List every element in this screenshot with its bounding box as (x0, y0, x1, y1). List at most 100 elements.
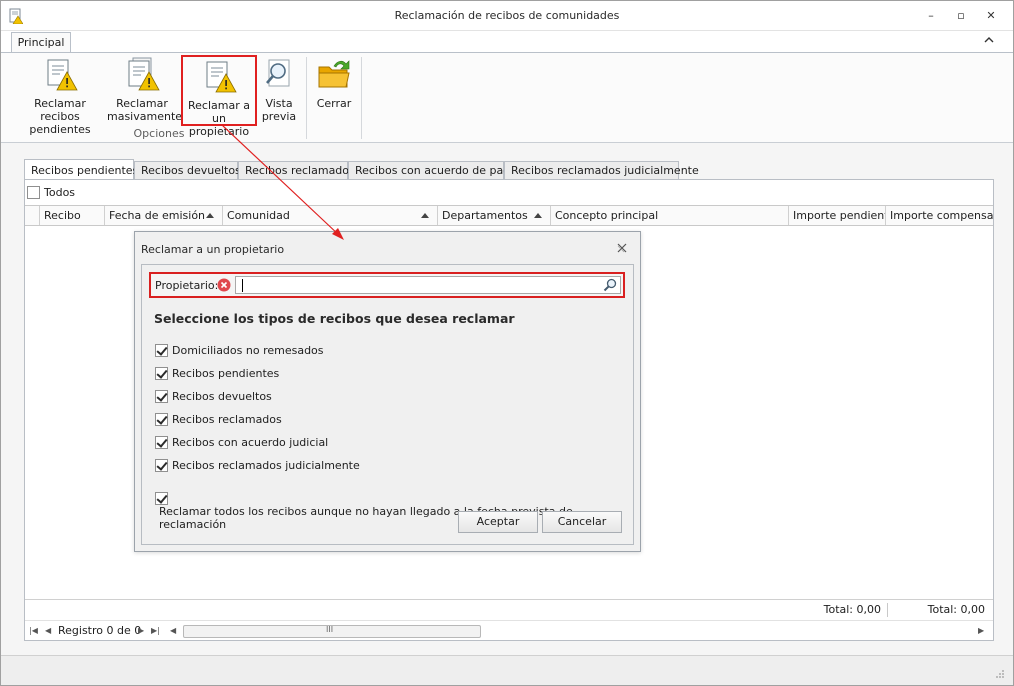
option-checkbox[interactable] (155, 366, 168, 380)
close-icon[interactable] (616, 242, 628, 254)
error-icon (217, 278, 231, 292)
option-checkbox[interactable] (155, 435, 168, 449)
ribbon-group-separator-2 (361, 57, 362, 139)
option-reclamar-todos[interactable]: Reclamar todos los recibos aunque no hay… (155, 491, 633, 531)
propietario-input[interactable] (235, 276, 621, 294)
reclamar-propietario-button[interactable]: Reclamar a un propietario (181, 55, 257, 138)
sort-asc-icon (206, 213, 214, 218)
option-label: Recibos devueltos (172, 389, 272, 403)
option-reclamados-judicialmente[interactable]: Recibos reclamados judicialmente (155, 458, 360, 473)
title-bar: Reclamación de recibos de comunidades – … (1, 1, 1013, 31)
option-checkbox[interactable] (155, 458, 168, 472)
minimize-button[interactable]: – (919, 7, 943, 25)
option-checkbox[interactable] (155, 491, 168, 505)
sort-asc-icon (421, 213, 429, 218)
documents-warning-icon (128, 57, 160, 91)
vista-previa-label-1: Vista (265, 97, 293, 110)
select-all-checkbox[interactable] (27, 185, 40, 199)
scroll-grip: III (326, 625, 334, 634)
reclamar-masivamente-label-1: Reclamar (116, 97, 168, 110)
column-departamentos-label: Departamentos (442, 209, 528, 222)
sort-asc-icon (534, 213, 542, 218)
totals-divider (887, 603, 888, 617)
column-comunidad-label: Comunidad (227, 209, 290, 222)
reclamar-masivamente-button[interactable]: Reclamar masivamente (107, 57, 183, 129)
propietario-label: Propietario: (155, 279, 219, 292)
next-record-icon[interactable]: ▶ (138, 627, 144, 635)
previous-record-icon[interactable]: ◀ (45, 627, 51, 635)
restore-button[interactable]: ▫ (949, 7, 973, 25)
reclamar-masivamente-label-2: masivamente (107, 110, 183, 123)
resize-grip-icon[interactable] (995, 669, 1005, 679)
record-count: Registro 0 de 0 (58, 624, 142, 637)
grid-totals: Total: 0,00 Total: 0,00 (25, 599, 993, 619)
horizontal-scrollbar-thumb[interactable]: III (183, 625, 481, 638)
option-acuerdo-judicial[interactable]: Recibos con acuerdo judicial (155, 435, 328, 450)
dialog-title: Reclamar a un propietario (141, 243, 285, 256)
scroll-left-icon[interactable]: ◀ (170, 627, 176, 635)
option-domiciliados[interactable]: Domiciliados no remesados (155, 343, 324, 358)
dialog-content: Propietario: Seleccione los tipos de rec… (141, 264, 634, 545)
window-title: Reclamación de recibos de comunidades (394, 9, 620, 22)
total-compensado: Total: 0,00 (927, 603, 985, 616)
ribbon-tab-strip: Principal (1, 31, 1013, 54)
last-record-icon[interactable]: ▶| (151, 627, 160, 635)
document-warning-icon (47, 59, 78, 91)
column-comunidad[interactable]: Comunidad (223, 206, 438, 225)
grid-header: Recibo Fecha de emisión Comunidad Depart… (25, 205, 993, 226)
column-fecha-emision-label: Fecha de emisión (109, 209, 206, 222)
propietario-field-row: Propietario: (149, 272, 625, 298)
option-label: Domiciliados no remesados (172, 343, 324, 357)
scroll-right-icon[interactable]: ▶ (978, 627, 984, 635)
ribbon: Reclamar recibos pendientes Reclamar mas… (1, 52, 1013, 143)
reclamar-pendientes-label-1: Reclamar recibos (34, 97, 86, 123)
vista-previa-label-2: previa (261, 110, 297, 123)
option-recibos-reclamados[interactable]: Recibos reclamados (155, 412, 282, 427)
folder-exit-icon (318, 60, 350, 88)
status-bar (1, 655, 1013, 685)
text-caret (242, 279, 243, 292)
magnifier-document-icon (266, 59, 290, 87)
tab-recibos-judicialmente[interactable]: Recibos reclamados judicialmente (504, 161, 699, 181)
chevron-up-icon[interactable] (983, 34, 995, 46)
search-icon[interactable] (603, 278, 617, 292)
reclamar-pendientes-button[interactable]: Reclamar recibos pendientes (13, 57, 107, 136)
total-pendiente: Total: 0,00 (823, 603, 881, 616)
column-concepto-principal[interactable]: Concepto principal (551, 206, 789, 225)
reclamar-propietario-dialog: Reclamar a un propietario Propietario: S… (134, 231, 641, 552)
option-recibos-pendientes[interactable]: Recibos pendientes (155, 366, 279, 381)
option-label: Recibos pendientes (172, 366, 280, 380)
column-recibo[interactable]: Recibo (40, 206, 105, 225)
select-all[interactable]: Todos (27, 185, 75, 199)
tab-recibos-devueltos[interactable]: Recibos devueltos (134, 161, 241, 181)
option-checkbox[interactable] (155, 412, 168, 426)
column-importe-compensado[interactable]: Importe compensado (886, 206, 993, 225)
tab-recibos-acuerdo-pago[interactable]: Recibos con acuerdo de pago (348, 161, 517, 181)
dialog-heading: Seleccione los tipos de recibos que dese… (154, 311, 515, 326)
document-warning-icon (206, 61, 237, 93)
vista-previa-button[interactable]: Vista previa (257, 57, 301, 129)
option-recibos-devueltos[interactable]: Recibos devueltos (155, 389, 272, 404)
option-checkbox[interactable] (155, 343, 168, 357)
cancelar-button[interactable]: Cancelar (542, 511, 622, 533)
option-label: Recibos con acuerdo judicial (172, 435, 329, 449)
ribbon-group-separator (306, 57, 307, 139)
cerrar-label: Cerrar (316, 97, 352, 110)
reclamar-propietario-label-1: Reclamar a un (188, 99, 250, 125)
option-checkbox[interactable] (155, 389, 168, 403)
cerrar-button[interactable]: Cerrar (309, 57, 359, 129)
column-departamentos[interactable]: Departamentos (438, 206, 551, 225)
tab-recibos-reclamados[interactable]: Recibos reclamados (238, 161, 355, 181)
record-navigator: |◀ ◀ Registro 0 de 0 ▶ ▶| ◀ III ▶ (25, 620, 993, 640)
column-importe-pendiente[interactable]: Importe pendiente (789, 206, 886, 225)
ribbon-group-label: Opciones (133, 127, 185, 140)
option-label: Recibos reclamados judicialmente (172, 458, 360, 472)
tab-principal[interactable]: Principal (11, 32, 71, 54)
option-label: Recibos reclamados (172, 412, 282, 426)
select-all-label: Todos (44, 185, 76, 199)
column-fecha-emision[interactable]: Fecha de emisión (105, 206, 223, 225)
aceptar-button[interactable]: Aceptar (458, 511, 538, 533)
close-button[interactable]: ✕ (979, 7, 1003, 25)
row-indicator-column (25, 206, 40, 225)
first-record-icon[interactable]: |◀ (29, 627, 38, 635)
